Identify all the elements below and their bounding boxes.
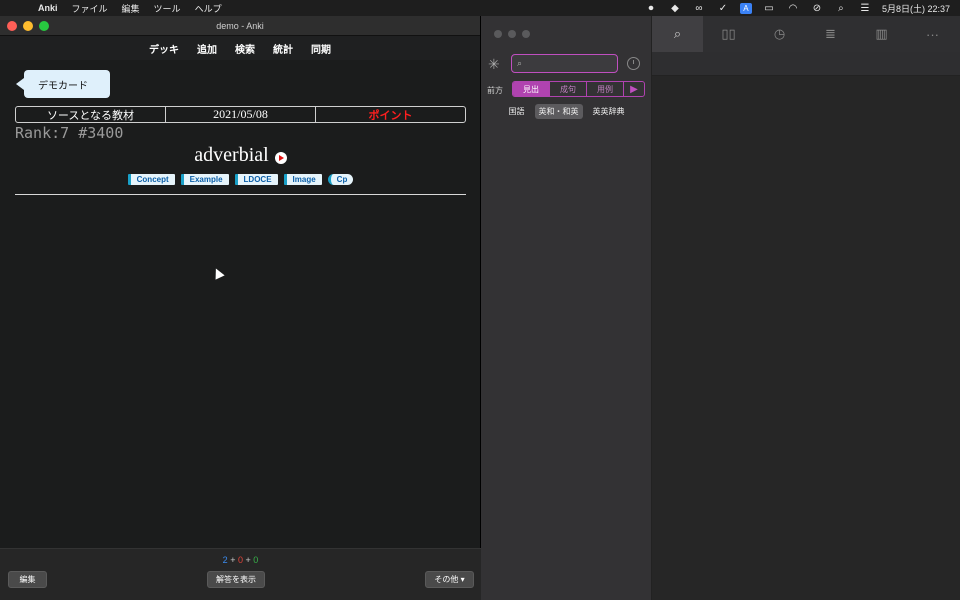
- clock[interactable]: 5月8日(土) 22:37: [882, 2, 950, 15]
- minimize-window-button[interactable]: [508, 30, 516, 38]
- card-area: デモカード ソースとなる教材 2021/05/08 ポイント Rank:7 #3…: [0, 60, 480, 548]
- window-controls: [7, 20, 49, 31]
- toolbar-sync[interactable]: 同期: [311, 41, 331, 56]
- glasses-icon[interactable]: ∞: [692, 3, 706, 14]
- new-count: 2: [222, 555, 228, 565]
- close-window-button[interactable]: [494, 30, 502, 38]
- due-counts: 2 + 0 + 0: [0, 555, 481, 565]
- edit-button[interactable]: 編集: [8, 571, 47, 588]
- record-icon[interactable]: ⏺: [644, 3, 658, 14]
- menu-file[interactable]: ファイル: [72, 2, 108, 15]
- plus-separator: +: [230, 555, 236, 565]
- menu-bar: Anki ファイル 編集 ツール ヘルプ ⏺ ◆ ∞ ✓ A ▭ ◠ ⊘ ⌕ ☰…: [0, 0, 960, 16]
- show-answer-button[interactable]: 解答を表示: [207, 571, 265, 588]
- list-icon[interactable]: ≣: [805, 16, 856, 52]
- more-icon[interactable]: ···: [907, 16, 958, 52]
- play-audio-icon[interactable]: [274, 151, 287, 164]
- segment-idiom[interactable]: 成句: [550, 82, 587, 96]
- more-button[interactable]: その他 ▾: [425, 571, 474, 588]
- deck-tag: デモカード: [16, 70, 110, 98]
- dictionary-content: [652, 52, 960, 600]
- dictionary-window: ✳ ⌕ 前方 見出 成句 用例 ▶ 国語 英和・和英 英英辞典 ⌕ ▯▯ ◷ ≣…: [481, 16, 960, 600]
- tab-english-japanese[interactable]: 英和・和英: [534, 104, 583, 119]
- play-icon[interactable]: ▶: [624, 82, 644, 96]
- minimize-window-button[interactable]: [23, 20, 33, 31]
- word-row: adverbial: [0, 144, 481, 167]
- menu-help[interactable]: ヘルプ: [195, 2, 222, 15]
- segment-example[interactable]: 用例: [587, 82, 624, 96]
- muted-icon[interactable]: ⊘: [810, 3, 824, 14]
- menu-edit[interactable]: 編集: [122, 2, 140, 15]
- divider: [15, 194, 466, 195]
- wifi-icon[interactable]: ◠: [786, 3, 800, 14]
- toolbar-browse[interactable]: 検索: [235, 41, 255, 56]
- link-example[interactable]: Example: [180, 174, 229, 185]
- rank-label: Rank:7 #3400: [15, 124, 124, 142]
- title-bar: demo - Anki: [0, 16, 480, 36]
- search-icon: ⌕: [517, 58, 523, 68]
- dictionary-sidebar: ✳ ⌕ 前方 見出 成句 用例 ▶ 国語 英和・和英 英英辞典: [481, 16, 652, 600]
- toolbar-stats[interactable]: 統計: [273, 41, 293, 56]
- reference-links: Concept Example LDOCE Image Cp: [0, 174, 481, 185]
- window-controls: [494, 30, 530, 38]
- bottom-bar: 2 + 0 + 0 編集 解答を表示 その他 ▾: [0, 548, 481, 600]
- tab-english-english[interactable]: 英英辞典: [589, 104, 629, 119]
- segment-headword[interactable]: 見出: [513, 82, 550, 96]
- search-icon[interactable]: ⌕: [834, 3, 848, 14]
- toolbar-decks[interactable]: デッキ: [149, 41, 179, 56]
- columns-icon[interactable]: ▥: [856, 16, 907, 52]
- dictionary-search-input[interactable]: ⌕: [511, 54, 618, 73]
- zoom-window-button[interactable]: [522, 30, 530, 38]
- toolbar-add[interactable]: 追加: [197, 41, 217, 56]
- history-icon[interactable]: ◷: [754, 16, 805, 52]
- review-count: 0: [253, 555, 259, 565]
- info-table: ソースとなる教材 2021/05/08 ポイント: [15, 106, 466, 123]
- book-icon[interactable]: ▯▯: [703, 16, 754, 52]
- info-date: 2021/05/08: [166, 107, 316, 122]
- link-cp[interactable]: Cp: [327, 174, 354, 185]
- history-icon[interactable]: [627, 57, 640, 70]
- input-a-icon[interactable]: A: [739, 2, 752, 14]
- mouse-cursor-icon: [211, 266, 225, 280]
- link-ldoce[interactable]: LDOCE: [234, 174, 278, 185]
- zoom-window-button[interactable]: [39, 20, 49, 31]
- menu-tools[interactable]: ツール: [154, 2, 181, 15]
- search-mode-label[interactable]: 前方: [487, 85, 503, 96]
- link-image[interactable]: Image: [283, 174, 322, 185]
- search-icon[interactable]: ⌕: [652, 16, 703, 52]
- battery-icon[interactable]: ▭: [762, 3, 776, 14]
- info-source: ソースとなる教材: [16, 107, 166, 122]
- plus-separator: +: [245, 555, 251, 565]
- card-word: adverbial: [194, 144, 269, 166]
- dictionary-tabs: 国語 英和・和英 英英辞典: [481, 104, 652, 119]
- learn-count: 0: [237, 555, 243, 565]
- anki-window: demo - Anki デッキ 追加 検索 統計 同期 デモカード ソースとなる…: [0, 16, 481, 600]
- menu-app-name[interactable]: Anki: [38, 3, 58, 13]
- close-window-button[interactable]: [7, 20, 17, 31]
- control-center-icon[interactable]: ☰: [858, 3, 872, 14]
- asterisk-icon[interactable]: ✳: [488, 56, 500, 73]
- content-header: [652, 52, 960, 76]
- anki-toolbar: デッキ 追加 検索 統計 同期: [0, 36, 480, 60]
- search-target-segment: 見出 成句 用例 ▶: [512, 81, 645, 97]
- dictionary-toolbar: ⌕ ▯▯ ◷ ≣ ▥ ···: [652, 16, 960, 52]
- info-point: ポイント: [368, 109, 413, 122]
- link-concept[interactable]: Concept: [127, 174, 175, 185]
- tab-japanese[interactable]: 国語: [505, 104, 529, 119]
- window-title: demo - Anki: [216, 20, 264, 31]
- dropbox-icon[interactable]: ◆: [668, 3, 682, 14]
- checkmark-icon[interactable]: ✓: [716, 3, 730, 14]
